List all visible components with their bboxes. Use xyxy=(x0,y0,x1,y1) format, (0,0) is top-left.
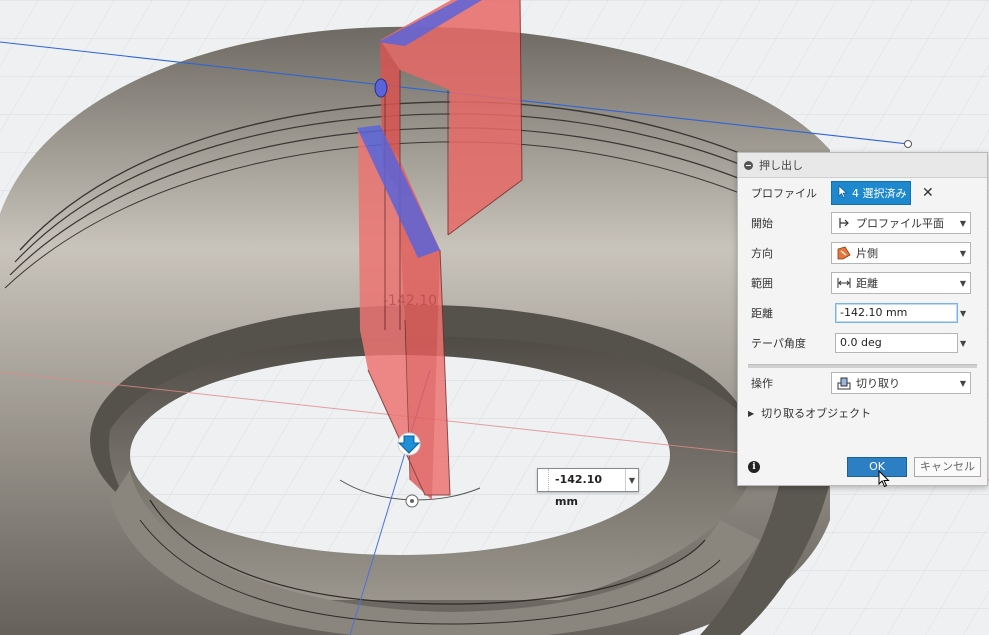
taper-row: テーパ角度 0.0 deg ▼ xyxy=(738,330,987,356)
distance-input[interactable]: -142.10 mm xyxy=(835,303,958,323)
cancel-button[interactable]: キャンセル xyxy=(914,457,981,477)
chevron-down-icon: ▼ xyxy=(959,248,967,258)
dialog-header[interactable]: 押し出し xyxy=(738,153,987,178)
taper-input[interactable]: 0.0 deg xyxy=(835,333,958,353)
operation-label: 操作 xyxy=(751,377,773,390)
objects-to-cut-expander[interactable]: ▶ 切り取るオブジェクト xyxy=(748,405,871,421)
ok-button[interactable]: OK xyxy=(847,457,907,477)
start-select[interactable]: プロファイル平面 ▼ xyxy=(831,212,971,234)
operation-select[interactable]: 切り取り ▼ xyxy=(831,372,971,394)
chevron-down-icon[interactable]: ▼ xyxy=(960,339,966,348)
dimension-ghost-label: -142.10 xyxy=(383,293,437,309)
chevron-down-icon[interactable]: ▼ xyxy=(960,309,966,318)
expand-triangle-icon: ▶ xyxy=(748,408,755,418)
objects-to-cut-label: 切り取るオブジェクト xyxy=(761,407,872,420)
extrude-direction-arrow-icon[interactable] xyxy=(397,432,421,456)
operation-row: 操作 切り取り ▼ xyxy=(738,370,987,396)
mouse-cursor-icon xyxy=(878,469,890,491)
direction-value: 片側 xyxy=(856,247,878,260)
distance-icon xyxy=(836,275,852,291)
direction-select[interactable]: 片側 ▼ xyxy=(831,242,971,264)
distance-label: 距離 xyxy=(751,307,773,320)
profile-row: プロファイル 4 選択済み ✕ xyxy=(738,180,987,206)
drag-grip[interactable] xyxy=(538,469,549,491)
taper-label: テーパ角度 xyxy=(751,337,806,350)
extent-select[interactable]: 距離 ▼ xyxy=(831,272,971,294)
chevron-down-icon: ▼ xyxy=(959,218,967,228)
chevron-down-icon: ▼ xyxy=(959,378,967,388)
floating-distance-input[interactable]: -142.10 mm ▼ xyxy=(537,468,639,508)
extent-row: 範囲 距離 ▼ xyxy=(738,270,987,296)
profile-selection-text: 4 選択済み xyxy=(852,187,907,200)
clear-selection-icon[interactable]: ✕ xyxy=(922,185,934,201)
profile-plane-icon xyxy=(836,215,852,231)
direction-label: 方向 xyxy=(751,247,773,260)
operation-value: 切り取り xyxy=(856,377,900,390)
profile-selection-button[interactable]: 4 選択済み xyxy=(831,181,911,205)
floating-distance-value[interactable]: -142.10 mm xyxy=(549,469,625,508)
info-icon[interactable]: i xyxy=(748,461,760,473)
cut-icon xyxy=(836,375,852,391)
profile-label: プロファイル xyxy=(751,187,817,200)
collapse-icon[interactable] xyxy=(744,160,753,170)
chevron-down-icon: ▼ xyxy=(959,278,967,288)
start-label: 開始 xyxy=(751,217,773,230)
direction-row: 方向 片側 ▼ xyxy=(738,240,987,266)
extent-label: 範囲 xyxy=(751,277,773,290)
chevron-down-icon[interactable]: ▼ xyxy=(625,469,638,491)
cursor-arrow-icon xyxy=(838,185,848,201)
dialog-title: 押し出し xyxy=(759,159,803,172)
start-value: プロファイル平面 xyxy=(856,217,944,230)
distance-row: 距離 -142.10 mm ▼ xyxy=(738,300,987,326)
extent-value: 距離 xyxy=(856,277,878,290)
dialog-footer: i OK キャンセル xyxy=(738,453,987,483)
start-row: 開始 プロファイル平面 ▼ xyxy=(738,210,987,236)
divider xyxy=(748,364,977,368)
one-side-icon xyxy=(836,245,852,261)
extrude-dialog: 押し出し プロファイル 4 選択済み ✕ 開始 プロファイル平面 ▼ 方向 片側… xyxy=(737,152,988,486)
